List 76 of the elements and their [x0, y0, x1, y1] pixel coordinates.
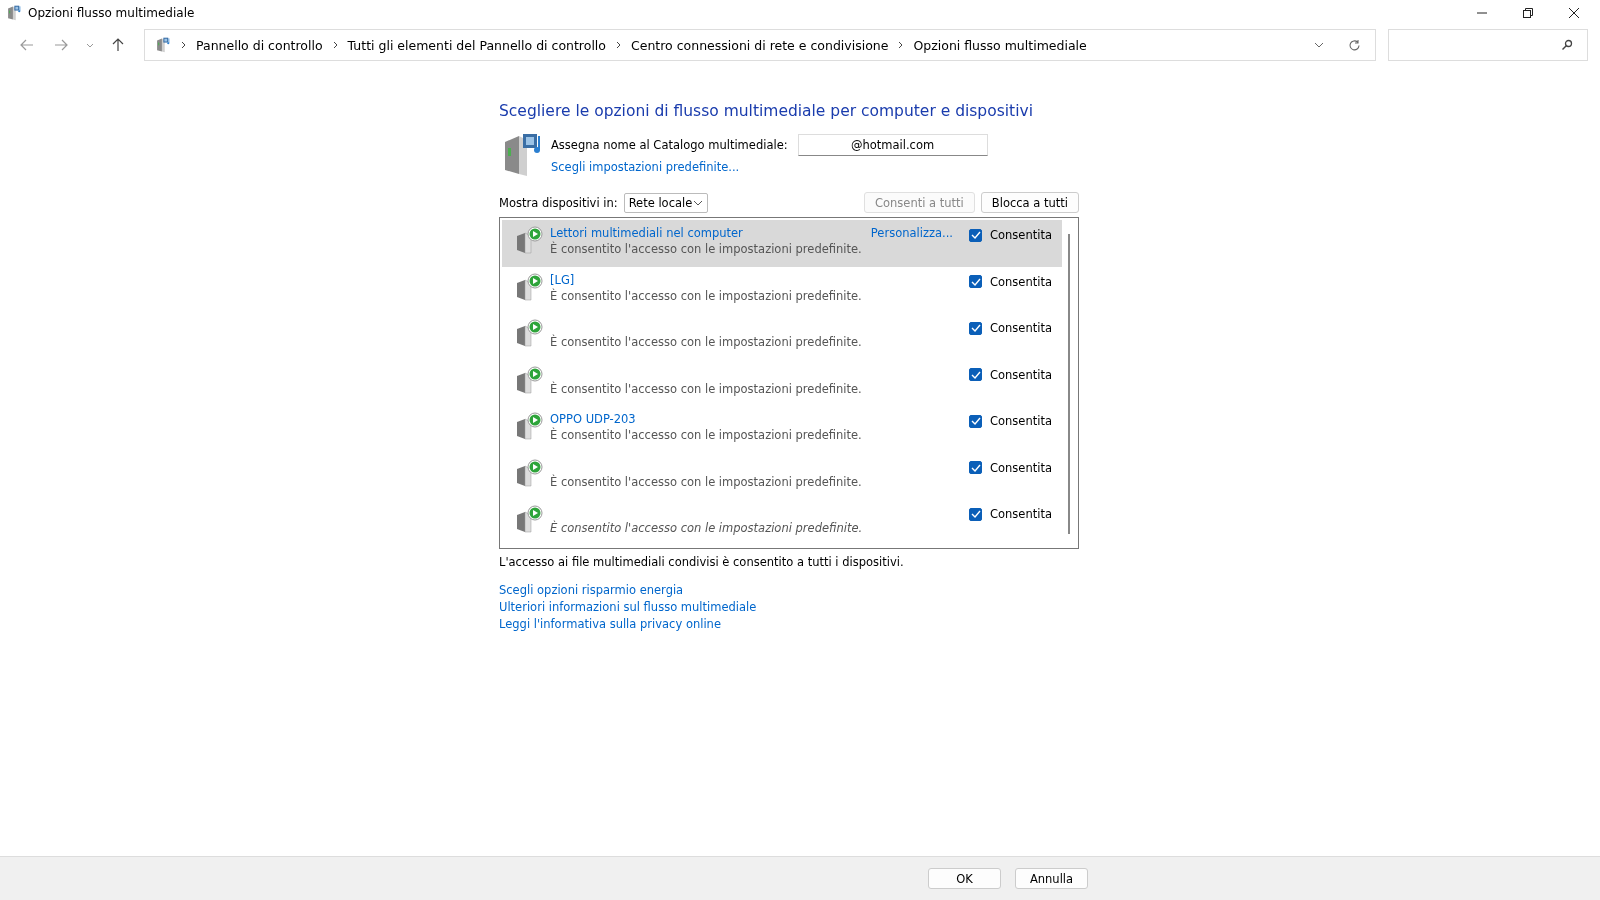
refresh-icon[interactable] — [1348, 38, 1361, 52]
chevron-right-icon — [616, 41, 621, 49]
customize-link[interactable]: Personalizza... — [870, 226, 953, 240]
address-bar[interactable]: Pannello di controllo Tutti gli elementi del Pannello di controllo Centro connessioni di rete e condivisione Opzioni flusso multimediale — [144, 29, 1376, 61]
window-title: Opzioni flusso multimediale — [28, 6, 195, 20]
close-icon[interactable] — [1568, 7, 1580, 19]
checkbox[interactable] — [969, 414, 982, 428]
device-row[interactable]: OPPO UDP-203 È consentito l'accesso con le impostazioni predefinite. Consentita — [502, 406, 1062, 453]
checkbox-label: Consentita — [990, 321, 1052, 336]
breadcrumb-item[interactable]: Tutti gli elementi del Pannello di controllo — [347, 37, 606, 53]
checkbox-label: Consentita — [990, 228, 1052, 242]
device-play-icon — [514, 458, 544, 489]
scrollbar-thumb[interactable] — [1068, 234, 1070, 534]
checkbox-label: Consentita — [990, 367, 1052, 382]
device-row[interactable]: È consentito l'accesso con le impostazioni predefinite. Consentita — [502, 359, 1062, 407]
checkbox[interactable] — [969, 507, 982, 521]
device-status: È consentito l'accesso con le impostazioni predefinite. — [550, 381, 863, 396]
device-row[interactable]: È consentito l'accesso con le impostazioni predefinite. Consentita — [502, 452, 1062, 500]
field-label: Assegna nome al Catalogo multimediale: — [551, 138, 788, 152]
device-status: È consentito l'accesso con le impostazioni predefinite. — [550, 335, 863, 350]
device-name[interactable]: Lettori multimediali nel computer — [550, 226, 743, 240]
device-status: È consentito l'accesso con le impostazioni predefinite. — [550, 474, 863, 489]
search-field[interactable] — [1388, 29, 1588, 61]
search-icon — [1561, 39, 1573, 51]
device-row[interactable]: [LG] È consentito l'accesso con le impostazioni predefinite. Consentita — [502, 266, 1062, 314]
device-name[interactable]: [LG] — [550, 272, 575, 287]
status-text: L'accesso ai file multimediali condivisi è consentito a tutti i dispositivi. — [499, 555, 905, 569]
media-server-icon — [155, 37, 171, 53]
checkbox[interactable] — [969, 275, 982, 289]
link[interactable]: Ulteriori informazioni sul flusso multimediale — [499, 600, 757, 614]
device-status: È consentito l'accesso con le impostazioni predefinite. — [550, 288, 863, 303]
breadcrumb-item[interactable]: Opzioni flusso multimediale — [913, 37, 1087, 53]
device-status: È consentito l'accesso con le impostazioni predefinite. — [550, 428, 863, 443]
up-arrow-icon[interactable] — [112, 38, 124, 52]
device-row[interactable]: È consentito l'accesso con le impostazioni predefinite. Consentita — [502, 313, 1062, 360]
page-heading: Scegliere le opzioni di flusso multimediale per computer e dispositivi — [499, 102, 1034, 120]
action-button[interactable]: Blocca a tutti — [980, 192, 1079, 213]
device-row[interactable]: È consentito l'accesso con le impostazioni predefinite. Consentita — [502, 499, 1062, 547]
checkbox-label: Consentita — [990, 414, 1052, 429]
breadcrumb-item[interactable]: Pannello di controllo — [196, 37, 323, 53]
device-name[interactable]: OPPO UDP-203 — [550, 412, 636, 427]
device-play-icon — [514, 505, 544, 536]
checkbox[interactable] — [969, 368, 982, 382]
device-play-icon — [514, 412, 544, 443]
device-status: È consentito l'accesso con le impostazioni predefinite. — [550, 521, 864, 536]
chevron-right-icon — [898, 41, 904, 49]
device-play-icon — [514, 272, 544, 303]
chevron-down-icon[interactable] — [1314, 42, 1324, 48]
device-play-icon — [514, 365, 544, 396]
checkbox[interactable] — [969, 228, 982, 242]
forward-arrow-icon[interactable] — [54, 39, 68, 51]
back-arrow-icon[interactable] — [20, 39, 34, 51]
media-server-icon — [6, 5, 22, 21]
chevron-right-icon — [332, 41, 338, 49]
device-row[interactable]: Lettori multimediali nel computer È consentito l'accesso con le impostazioni predefinite. Personalizza... Consentita — [502, 220, 1062, 267]
checkbox[interactable] — [969, 461, 982, 475]
input-field[interactable]: @hotmail.com — [797, 134, 988, 156]
checkbox-label: Consentita — [990, 507, 1052, 522]
device-play-icon — [514, 226, 544, 256]
dialog-button[interactable]: Annulla — [1015, 868, 1088, 889]
checkbox[interactable] — [969, 321, 982, 335]
checkbox-label: Consentita — [990, 460, 1052, 475]
checkbox-label: Consentita — [990, 274, 1052, 289]
restore-icon[interactable] — [1522, 7, 1534, 19]
dialog-button[interactable]: OK — [928, 868, 1001, 889]
device-status: È consentito l'accesso con le impostazioni predefinite. — [550, 242, 863, 256]
breadcrumb-item[interactable]: Centro connessioni di rete e condivisione — [631, 37, 889, 53]
chevron-down-icon[interactable] — [86, 42, 94, 48]
link[interactable]: Leggi l'informativa sulla privacy online — [499, 617, 721, 631]
link[interactable]: Scegli opzioni risparmio energia — [499, 583, 684, 597]
dropdown[interactable]: Rete locale — [623, 192, 708, 213]
field-label: Mostra dispositivi in: — [499, 195, 618, 210]
chevron-down-icon — [692, 199, 703, 206]
link[interactable]: Scegli impostazioni predefinite... — [551, 160, 740, 174]
chevron-right-icon — [181, 41, 186, 49]
device-play-icon — [514, 319, 544, 350]
